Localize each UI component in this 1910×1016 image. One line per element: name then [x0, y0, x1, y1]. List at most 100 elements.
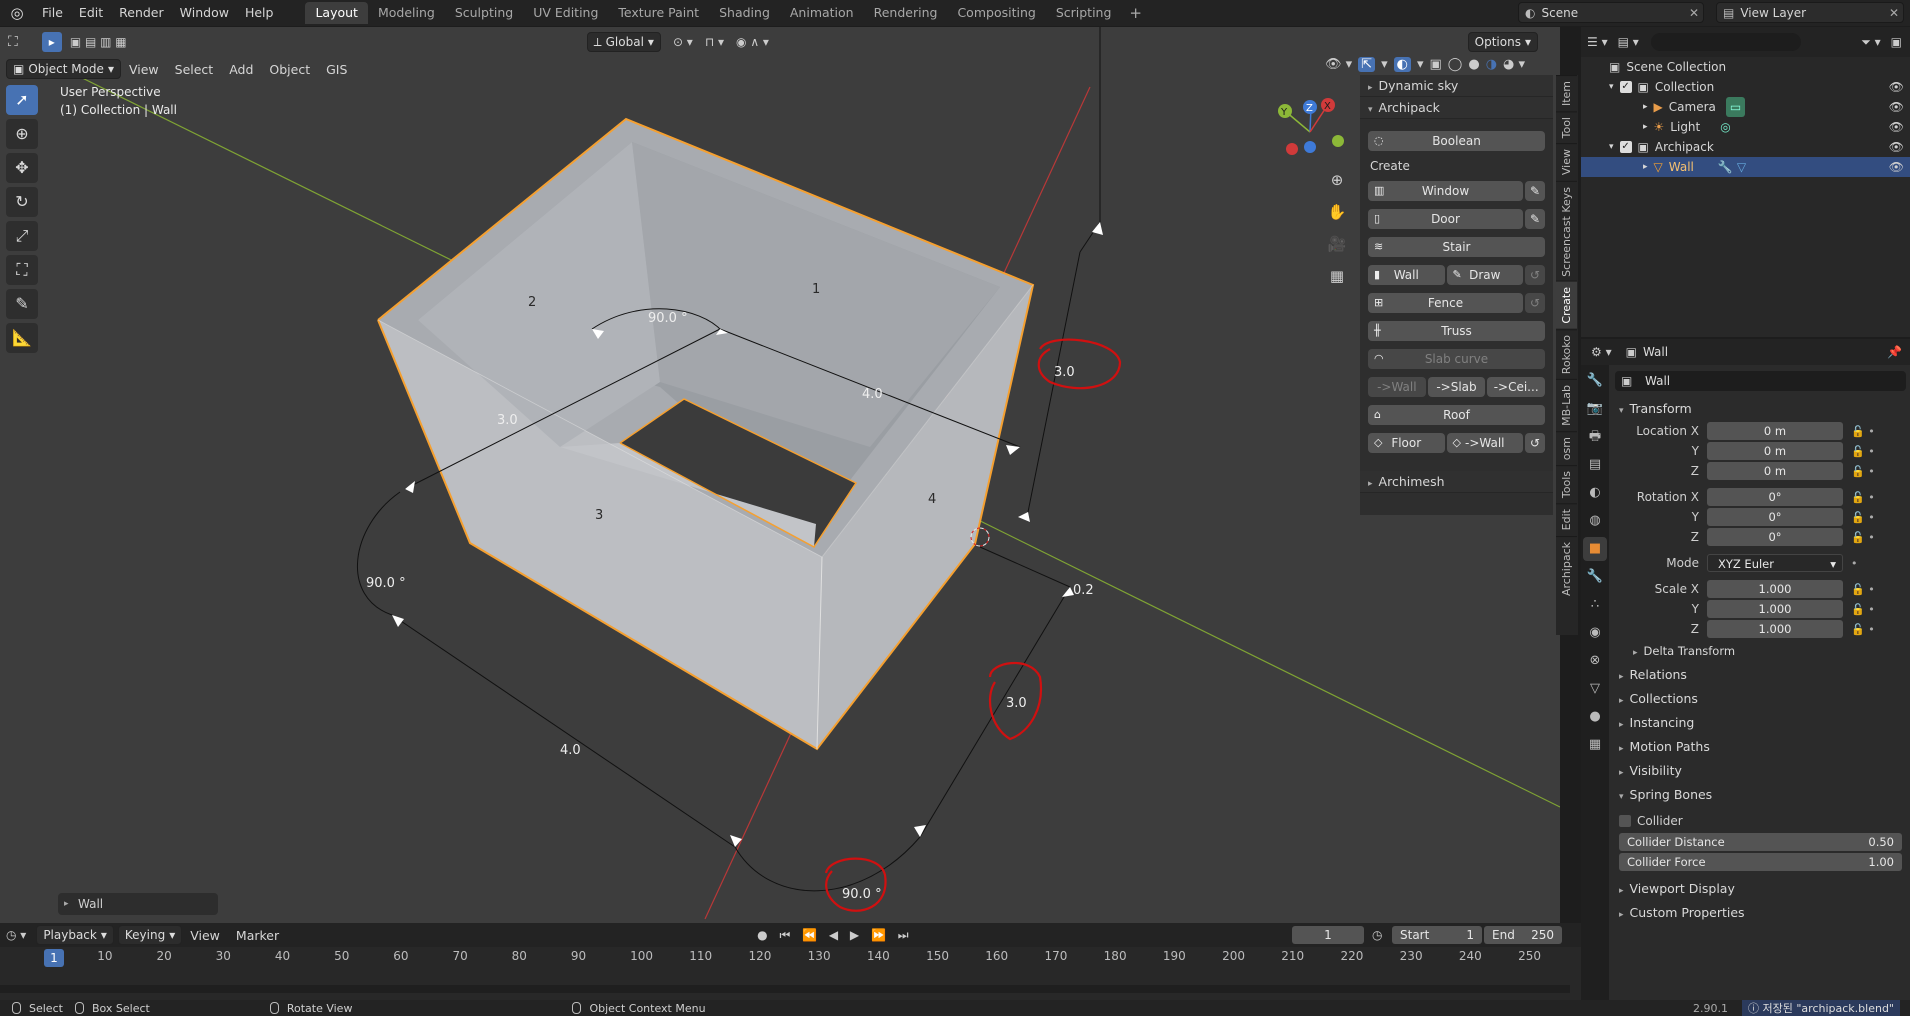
scale-tool-icon[interactable]: ⤢ — [6, 221, 38, 251]
side-tab-edit[interactable]: Edit — [1556, 503, 1577, 536]
light-data-icon[interactable]: ◎ — [1720, 117, 1730, 137]
menu-help[interactable]: Help — [237, 0, 282, 26]
rotation-x-field[interactable]: 0° — [1707, 488, 1843, 506]
select-mode-icon[interactable]: ▸ — [41, 32, 62, 52]
outliner-scene-collection[interactable]: ▣ Scene Collection — [1581, 57, 1910, 77]
next-keyframe-icon[interactable]: ⏩ — [871, 928, 890, 942]
close-icon[interactable]: ✕ — [1689, 6, 1703, 20]
delta-transform-section[interactable]: ▸ Delta Transform — [1611, 639, 1910, 663]
rotation-mode-dropdown[interactable]: XYZ Euler ▾ — [1707, 554, 1843, 572]
stair-button[interactable]: ≋ Stair — [1368, 237, 1545, 257]
properties-editor-icon[interactable]: ⚙ ▾ — [1591, 345, 1612, 359]
tool-tab-icon[interactable]: 🔧 — [1583, 369, 1607, 393]
lock-icon[interactable]: 🔓 • — [1851, 603, 1875, 616]
motion-paths-section[interactable]: ▸ Motion Paths — [1611, 735, 1910, 759]
eye-icon[interactable]: 👁 — [1889, 97, 1904, 117]
physics-tab-icon[interactable]: ◉ — [1583, 621, 1607, 645]
menu-edit[interactable]: Edit — [71, 0, 111, 26]
door-draw-icon[interactable]: ✎ — [1525, 209, 1545, 229]
eye-icon[interactable]: 👁 — [1889, 77, 1904, 97]
side-tab-tools[interactable]: Tools — [1556, 465, 1577, 504]
material-shading-icon[interactable]: ◑ — [1486, 57, 1497, 72]
menu-file[interactable]: File — [34, 0, 71, 26]
transform-tool-icon[interactable]: ⛶ — [6, 255, 38, 285]
side-tab-tool[interactable]: Tool — [1556, 111, 1577, 144]
side-tab-create[interactable]: Create — [1556, 281, 1577, 329]
lock-icon[interactable]: 🔓 • — [1851, 531, 1875, 544]
tab-rendering[interactable]: Rendering — [864, 2, 948, 24]
lock-icon[interactable]: 🔓 • — [1851, 445, 1875, 458]
ortho-grid-icon[interactable]: ▦ — [1324, 263, 1350, 289]
xray-icon[interactable]: ▣ — [1429, 57, 1441, 72]
jump-start-icon[interactable]: ⏮ — [779, 928, 794, 942]
window-draw-icon[interactable]: ✎ — [1525, 181, 1545, 201]
fence-refresh-icon[interactable]: ↺ — [1525, 293, 1545, 313]
marker-menu[interactable]: Marker — [228, 928, 287, 943]
scale-x-field[interactable]: 1.000 — [1707, 580, 1843, 598]
lock-icon[interactable]: 🔓 • — [1851, 583, 1875, 596]
view-layer-tab-icon[interactable]: ▤ — [1583, 453, 1607, 477]
side-tab-view[interactable]: View — [1556, 143, 1577, 181]
view-layer-selector[interactable]: ▤ View Layer ✕ — [1716, 2, 1904, 23]
tab-modeling[interactable]: Modeling — [368, 2, 445, 24]
side-tab-mb-lab[interactable]: MB-Lab — [1556, 379, 1577, 432]
location-x-field[interactable]: 0 m — [1707, 422, 1843, 440]
window-button[interactable]: ▥ Window — [1368, 181, 1523, 201]
overlay-toggle-icon[interactable]: ◐ — [1393, 57, 1411, 72]
floor-refresh-icon[interactable]: ↺ — [1525, 433, 1545, 453]
object-tab-icon[interactable]: ■ — [1583, 537, 1607, 561]
gizmo-toggle-icon[interactable]: ⇱ — [1358, 57, 1376, 72]
play-reverse-icon[interactable]: ◀ — [829, 928, 842, 942]
fence-button[interactable]: ⊞ Fence — [1368, 293, 1523, 313]
view-menu[interactable]: View — [121, 62, 167, 77]
outliner-item-archipack[interactable]: ▾ ✓ ▣ Archipack 👁 — [1581, 137, 1910, 157]
timeline-editor-icon[interactable]: ◷ ▾ — [6, 928, 26, 942]
wall-button[interactable]: ▮ Wall — [1368, 265, 1445, 285]
transform-orientation-dropdown[interactable]: ⟂ Global ▾ — [586, 32, 661, 52]
record-icon[interactable]: ● — [757, 928, 771, 942]
render-tab-icon[interactable]: 📷 — [1583, 397, 1607, 421]
roof-button[interactable]: ⌂ Roof — [1368, 405, 1545, 425]
close-icon[interactable]: ✕ — [1889, 6, 1903, 20]
scene-selector[interactable]: ◐ Scene ✕ — [1518, 2, 1704, 23]
collider-force-slider[interactable]: Collider Force 1.00 — [1619, 853, 1902, 871]
outliner-item-wall[interactable]: ▸ ▽ Wall 🔧 ▽ 👁 — [1581, 157, 1910, 177]
camera-data-icon[interactable]: ▭ — [1725, 97, 1746, 117]
custom-properties-section[interactable]: ▸ Custom Properties — [1611, 901, 1910, 925]
object-menu[interactable]: Object — [261, 62, 318, 77]
tab-compositing[interactable]: Compositing — [947, 2, 1045, 24]
collider-distance-slider[interactable]: Collider Distance 0.50 — [1619, 833, 1902, 851]
display-mode-icon[interactable]: ▤ ▾ — [1618, 35, 1639, 49]
floor-to-wall-button[interactable]: ◇ ->Wall — [1446, 433, 1523, 453]
relations-section[interactable]: ▸ Relations — [1611, 663, 1910, 687]
floor-button[interactable]: ◇ Floor — [1368, 433, 1445, 453]
pan-hand-icon[interactable]: ✋ — [1324, 199, 1350, 225]
location-z-field[interactable]: 0 m — [1707, 462, 1843, 480]
checkbox-icon[interactable]: ✓ — [1619, 81, 1632, 93]
to-wall-button[interactable]: ->Wall — [1368, 377, 1426, 397]
location-y-field[interactable]: 0 m — [1707, 442, 1843, 460]
to-slab-button[interactable]: ->Slab — [1427, 377, 1486, 397]
annotate-tool-icon[interactable]: ✎ — [6, 289, 38, 319]
collections-section[interactable]: ▸ Collections — [1611, 687, 1910, 711]
tab-layout[interactable]: Layout — [305, 2, 368, 24]
rotation-z-field[interactable]: 0° — [1707, 528, 1843, 546]
instancing-section[interactable]: ▸ Instancing — [1611, 711, 1910, 735]
viewport-display-section[interactable]: ▸ Viewport Display — [1611, 877, 1910, 901]
lock-icon[interactable]: 🔓 • — [1851, 465, 1875, 478]
current-frame-field[interactable]: 1 — [1292, 926, 1364, 944]
output-tab-icon[interactable]: 🖶 — [1583, 425, 1607, 449]
draw-wall-button[interactable]: ✎ Draw — [1446, 265, 1523, 285]
menu-window[interactable]: Window — [172, 0, 237, 26]
wall-refresh-icon[interactable]: ↺ — [1525, 265, 1545, 285]
slab-curve-button[interactable]: ◠ Slab curve — [1368, 349, 1545, 369]
truss-button[interactable]: ╫ Truss — [1368, 321, 1545, 341]
door-button[interactable]: ▯ Door — [1368, 209, 1523, 229]
outliner-item-collection[interactable]: ▾ ✓ ▣ Collection 👁 — [1581, 77, 1910, 97]
3d-viewport[interactable]: 3.0 4.0 3.0 4.0 3.0 90.0 ° 90.0 ° 90.0 °… — [0, 27, 1560, 923]
menu-render[interactable]: Render — [111, 0, 172, 26]
checkbox-icon[interactable]: ✓ — [1619, 141, 1632, 153]
solid-shading-icon[interactable]: ● — [1468, 57, 1479, 72]
camera-view-icon[interactable]: 🎥 — [1324, 231, 1350, 257]
side-tab-archipack[interactable]: Archipack — [1556, 535, 1577, 601]
